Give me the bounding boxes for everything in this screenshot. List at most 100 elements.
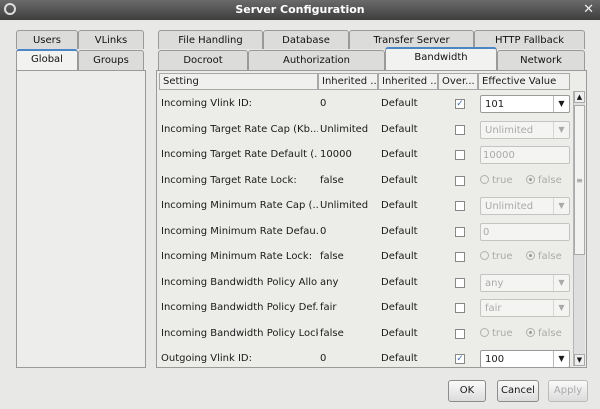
dropdown-value: fair <box>485 303 502 314</box>
value-dropdown[interactable]: any ▼ <box>480 273 570 292</box>
table-row[interactable]: Incoming Bandwidth Policy Allo... any Defa… <box>158 271 572 296</box>
close-icon[interactable]: ✕ <box>583 2 594 17</box>
scroll-thumb[interactable]: ≡ <box>574 105 585 255</box>
inherited-from: Default <box>381 353 418 364</box>
radio-icon <box>480 327 489 337</box>
inherited-value: 0 <box>320 353 327 364</box>
chevron-down-icon[interactable]: ▼ <box>553 198 569 214</box>
tab-vlinks[interactable]: VLinks <box>78 30 144 49</box>
radio-false-label: false <box>538 174 562 186</box>
setting-name: Incoming Bandwidth Policy Allo... <box>161 276 318 288</box>
value-dropdown[interactable]: 101 ▼ <box>480 95 570 113</box>
override-checkbox[interactable] <box>455 201 465 211</box>
radio-false[interactable]: false <box>526 174 562 186</box>
table-row[interactable]: Incoming Vlink ID: 0 Default ✓ 101 ▼ <box>158 92 572 117</box>
chevron-down-icon[interactable]: ▼ <box>553 274 569 291</box>
value-input[interactable]: 10000 <box>480 146 570 164</box>
inherited-value: 10000 <box>320 149 352 160</box>
col-header-inherited-value[interactable]: Inherited ... <box>318 73 378 90</box>
inherited-from: Default <box>381 123 418 135</box>
tab-users[interactable]: Users <box>16 30 78 49</box>
inherited-from: Default <box>381 327 418 339</box>
override-checkbox[interactable] <box>455 252 465 262</box>
inherited-value: Unlimited <box>320 200 369 211</box>
value-dropdown[interactable]: Unlimited ▼ <box>480 197 570 215</box>
override-checkbox[interactable] <box>455 277 465 288</box>
col-header-effective-value[interactable]: Effective Value <box>478 73 570 90</box>
dropdown-value: 101 <box>485 99 505 110</box>
tab-groups[interactable]: Groups <box>78 50 144 70</box>
chevron-down-icon[interactable]: ▼ <box>553 121 569 138</box>
override-checkbox[interactable] <box>455 124 465 135</box>
col-header-setting[interactable]: Setting <box>159 73 318 90</box>
override-checkbox[interactable] <box>455 175 465 186</box>
inherited-from: Default <box>381 174 418 186</box>
table-row[interactable]: Incoming Bandwidth Policy Lock: false Defa… <box>158 322 572 347</box>
col-header-inherited-from[interactable]: Inherited ... <box>378 73 438 90</box>
vertical-scrollbar[interactable]: ▲ ≡ ▼ <box>573 91 585 366</box>
value-input[interactable]: 0 <box>480 222 570 241</box>
inherited-value: 0 <box>320 225 327 237</box>
col-header-override[interactable]: Over... <box>438 73 478 90</box>
override-checkbox[interactable] <box>455 303 465 313</box>
setting-name: Incoming Minimum Rate Cap (... <box>161 200 318 211</box>
setting-name: Incoming Target Rate Default (... <box>161 149 318 160</box>
tab-database[interactable]: Database <box>263 30 349 49</box>
dropdown-value: Unlimited <box>485 201 534 212</box>
value-dropdown[interactable]: fair ▼ <box>480 299 570 317</box>
left-panel <box>16 70 146 368</box>
chevron-down-icon[interactable]: ▼ <box>553 96 569 112</box>
window-title: Server Configuration <box>235 3 365 16</box>
table-row[interactable]: Incoming Minimum Rate Cap (... Unlimited D… <box>158 194 572 219</box>
override-checkbox[interactable]: ✓ <box>455 99 465 109</box>
radio-true[interactable]: true <box>480 174 513 186</box>
tab-network[interactable]: Network <box>497 50 585 70</box>
override-checkbox[interactable] <box>455 226 465 237</box>
scroll-down-icon[interactable]: ▼ <box>574 354 585 366</box>
value-dropdown[interactable]: Unlimited ▼ <box>480 120 570 139</box>
setting-name: Incoming Minimum Rate Lock: <box>161 251 313 262</box>
radio-false[interactable]: false <box>526 251 562 262</box>
chevron-down-icon[interactable]: ▼ <box>553 351 569 367</box>
table-row[interactable]: Incoming Bandwidth Policy Def... fair Defa… <box>158 296 572 321</box>
scroll-up-icon[interactable]: ▲ <box>574 91 585 103</box>
chevron-down-icon[interactable]: ▼ <box>553 300 569 316</box>
inherited-value: any <box>320 276 339 288</box>
radio-true-label: true <box>492 174 513 186</box>
tab-authorization[interactable]: Authorization <box>248 50 385 70</box>
override-checkbox[interactable] <box>455 150 465 160</box>
ok-button[interactable]: OK <box>448 380 486 402</box>
table-row[interactable]: Incoming Target Rate Default (... 10000 De… <box>158 143 572 168</box>
dropdown-value: Unlimited <box>485 124 534 136</box>
radio-false-label: false <box>538 327 562 339</box>
table-row[interactable]: Outgoing Vlink ID: 0 Default ✓ 100 ▼ <box>158 347 572 372</box>
table-row[interactable]: Incoming Target Rate Cap (Kb... Unlimited… <box>158 118 572 143</box>
radio-icon <box>526 327 535 337</box>
radio-icon <box>526 174 535 184</box>
cancel-button[interactable]: Cancel <box>497 380 539 402</box>
inherited-value: false <box>320 327 344 339</box>
server-config-window: Server Configuration ✕ Users VLinks Glob… <box>0 0 600 409</box>
tab-global[interactable]: Global <box>16 49 78 70</box>
radio-icon <box>480 174 489 184</box>
table-row[interactable]: Incoming Minimum Rate Lock: false Default t… <box>158 245 572 270</box>
override-checkbox[interactable] <box>455 328 465 339</box>
radio-false[interactable]: false <box>526 327 562 339</box>
inherited-from: Default <box>381 251 418 262</box>
radio-true[interactable]: true <box>480 327 513 339</box>
inherited-value: 0 <box>320 98 327 109</box>
inherited-value: false <box>320 174 344 186</box>
title-bar[interactable]: Server Configuration ✕ <box>0 0 600 20</box>
setting-name: Outgoing Vlink ID: <box>161 353 252 364</box>
setting-name: Incoming Minimum Rate Defau... <box>161 225 318 237</box>
tab-docroot[interactable]: Docroot <box>158 50 248 70</box>
tab-bandwidth[interactable]: Bandwidth <box>385 47 497 70</box>
radio-true[interactable]: true <box>480 251 513 262</box>
override-checkbox[interactable]: ✓ <box>455 354 465 364</box>
apply-button[interactable]: Apply <box>548 380 588 402</box>
inherited-from: Default <box>381 149 418 160</box>
tab-file-handling[interactable]: File Handling <box>158 30 263 49</box>
table-row[interactable]: Incoming Minimum Rate Defau... 0 Default 0 <box>158 220 572 245</box>
table-row[interactable]: Incoming Target Rate Lock: false Default tr… <box>158 169 572 194</box>
value-dropdown[interactable]: 100 ▼ <box>480 350 570 368</box>
